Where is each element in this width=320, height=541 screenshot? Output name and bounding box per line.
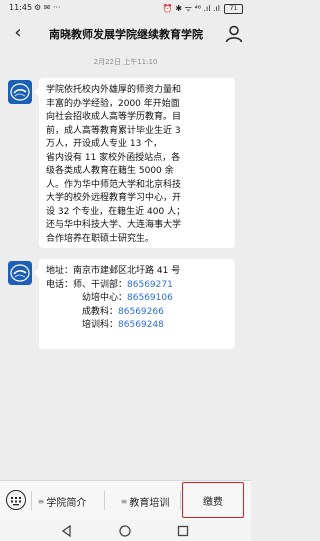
menu-lines-icon: ≡ xyxy=(120,496,128,506)
message-line: 人。作为华中师范大学和北京科技 xyxy=(46,179,182,190)
address-row: 地址： 南京市建邺区北圩路 41 号 xyxy=(46,265,228,279)
contact-row: 培训科： 86569248 xyxy=(46,319,228,333)
message-line: 万人，开设成人专业 13 个， xyxy=(46,139,163,149)
contact-row: 电话： 师、干训部： 86569271 xyxy=(46,279,228,293)
system-nav-bar xyxy=(0,520,251,541)
back-arrow-icon[interactable]: ‹ xyxy=(7,22,29,44)
menu-lines-icon: ≡ xyxy=(37,496,45,506)
status-time: 11:45 xyxy=(9,3,33,12)
message-line: 向社会招收成人高等学历教育。目 xyxy=(46,112,182,122)
message-line: 省内设有 11 家校外函授站点，各 xyxy=(46,152,181,163)
account-avatar[interactable] xyxy=(8,80,32,104)
status-bar: 11:45 ⚙ ✉ ··· ⏰ ✱ ᯤ ⁴⁶ .ıl .ıl 71 xyxy=(0,0,251,16)
notification-icons: ⚙ ✉ ··· xyxy=(34,3,61,12)
bottom-menu-bar: ≡ 学院简介 ≡ 教育培训 缴费 xyxy=(0,480,251,520)
divider xyxy=(180,491,181,510)
address-value: 南京市建邺区北圩路 41 号 xyxy=(73,266,181,276)
contact-row: 幼培中心： 86569106 xyxy=(46,292,228,306)
message-line: 级各类成人教育在籍生 5000 余 xyxy=(46,166,174,176)
menu-label: 教育培训 xyxy=(129,497,170,509)
page-title: 南晓教师发展学院继续教育学院 xyxy=(49,28,203,41)
menu-payment[interactable]: 缴费 xyxy=(182,482,244,518)
message-line: 设 32 个专业，在籍生近 400 人； xyxy=(46,206,186,217)
contact-row: 成教科： 86569266 xyxy=(46,306,228,320)
keyboard-icon[interactable] xyxy=(6,490,26,510)
menu-college-intro[interactable]: ≡ 学院简介 xyxy=(32,481,92,521)
contact-name: 幼培中心： xyxy=(82,293,128,303)
home-circle-icon[interactable] xyxy=(118,524,132,538)
phone-link[interactable]: 86569106 xyxy=(127,292,173,306)
recents-square-icon[interactable] xyxy=(176,524,190,538)
menu-education-training[interactable]: ≡ 教育培训 xyxy=(110,481,180,521)
message-bubble-intro[interactable]: 学院依托校内外雄厚的师资力量和 丰富的办学经验，2000 年开始面 向社会招收成… xyxy=(34,78,235,248)
phone-label: 电话： xyxy=(46,279,74,290)
account-avatar[interactable] xyxy=(8,261,32,285)
message-bubble-contact[interactable]: 地址： 南京市建邺区北圩路 41 号 电话： 师、干训部： 86569271 幼… xyxy=(34,259,235,349)
phone-link[interactable]: 86569271 xyxy=(127,279,173,293)
message-line: 还与华中科技大学、大连海事大学 xyxy=(46,220,182,230)
signal-icons: ⏰ ✱ ᯤ ⁴⁶ .ıl .ıl xyxy=(162,4,220,13)
battery-icon: 71 xyxy=(224,3,243,14)
status-right: ⏰ ✱ ᯤ ⁴⁶ .ıl .ıl 71 xyxy=(163,3,243,14)
title-bar: ‹ 南晓教师发展学院继续教育学院 xyxy=(0,16,251,52)
contact-name: 培训科： xyxy=(82,320,119,330)
contact-name: 师、干训部： xyxy=(73,279,128,290)
menu-label: 缴费 xyxy=(203,496,223,508)
school-logo-icon xyxy=(8,80,32,104)
message-line: 丰富的办学经验，2000 年开始面 xyxy=(46,98,180,109)
menu-label: 学院简介 xyxy=(46,497,87,509)
message-timestamp: 2月22日 上午11:10 xyxy=(93,58,158,66)
message-line: 大学的校外远程教育学习中心，开 xyxy=(46,193,182,203)
phone-link[interactable]: 86569266 xyxy=(118,306,164,320)
message-line: 前，成人高等教育累计毕业生近 3 xyxy=(46,125,181,136)
divider xyxy=(104,491,105,510)
address-label: 地址： xyxy=(46,266,74,276)
contact-name: 成教科： xyxy=(82,306,119,317)
back-triangle-icon[interactable] xyxy=(60,524,74,538)
school-logo-icon xyxy=(8,261,32,285)
message-line: 合作培养在职硕士研究生。 xyxy=(46,233,155,244)
profile-icon[interactable] xyxy=(223,23,245,45)
phone-link[interactable]: 86569248 xyxy=(118,319,164,333)
message-line: 学院依托校内外雄厚的师资力量和 xyxy=(46,85,182,95)
